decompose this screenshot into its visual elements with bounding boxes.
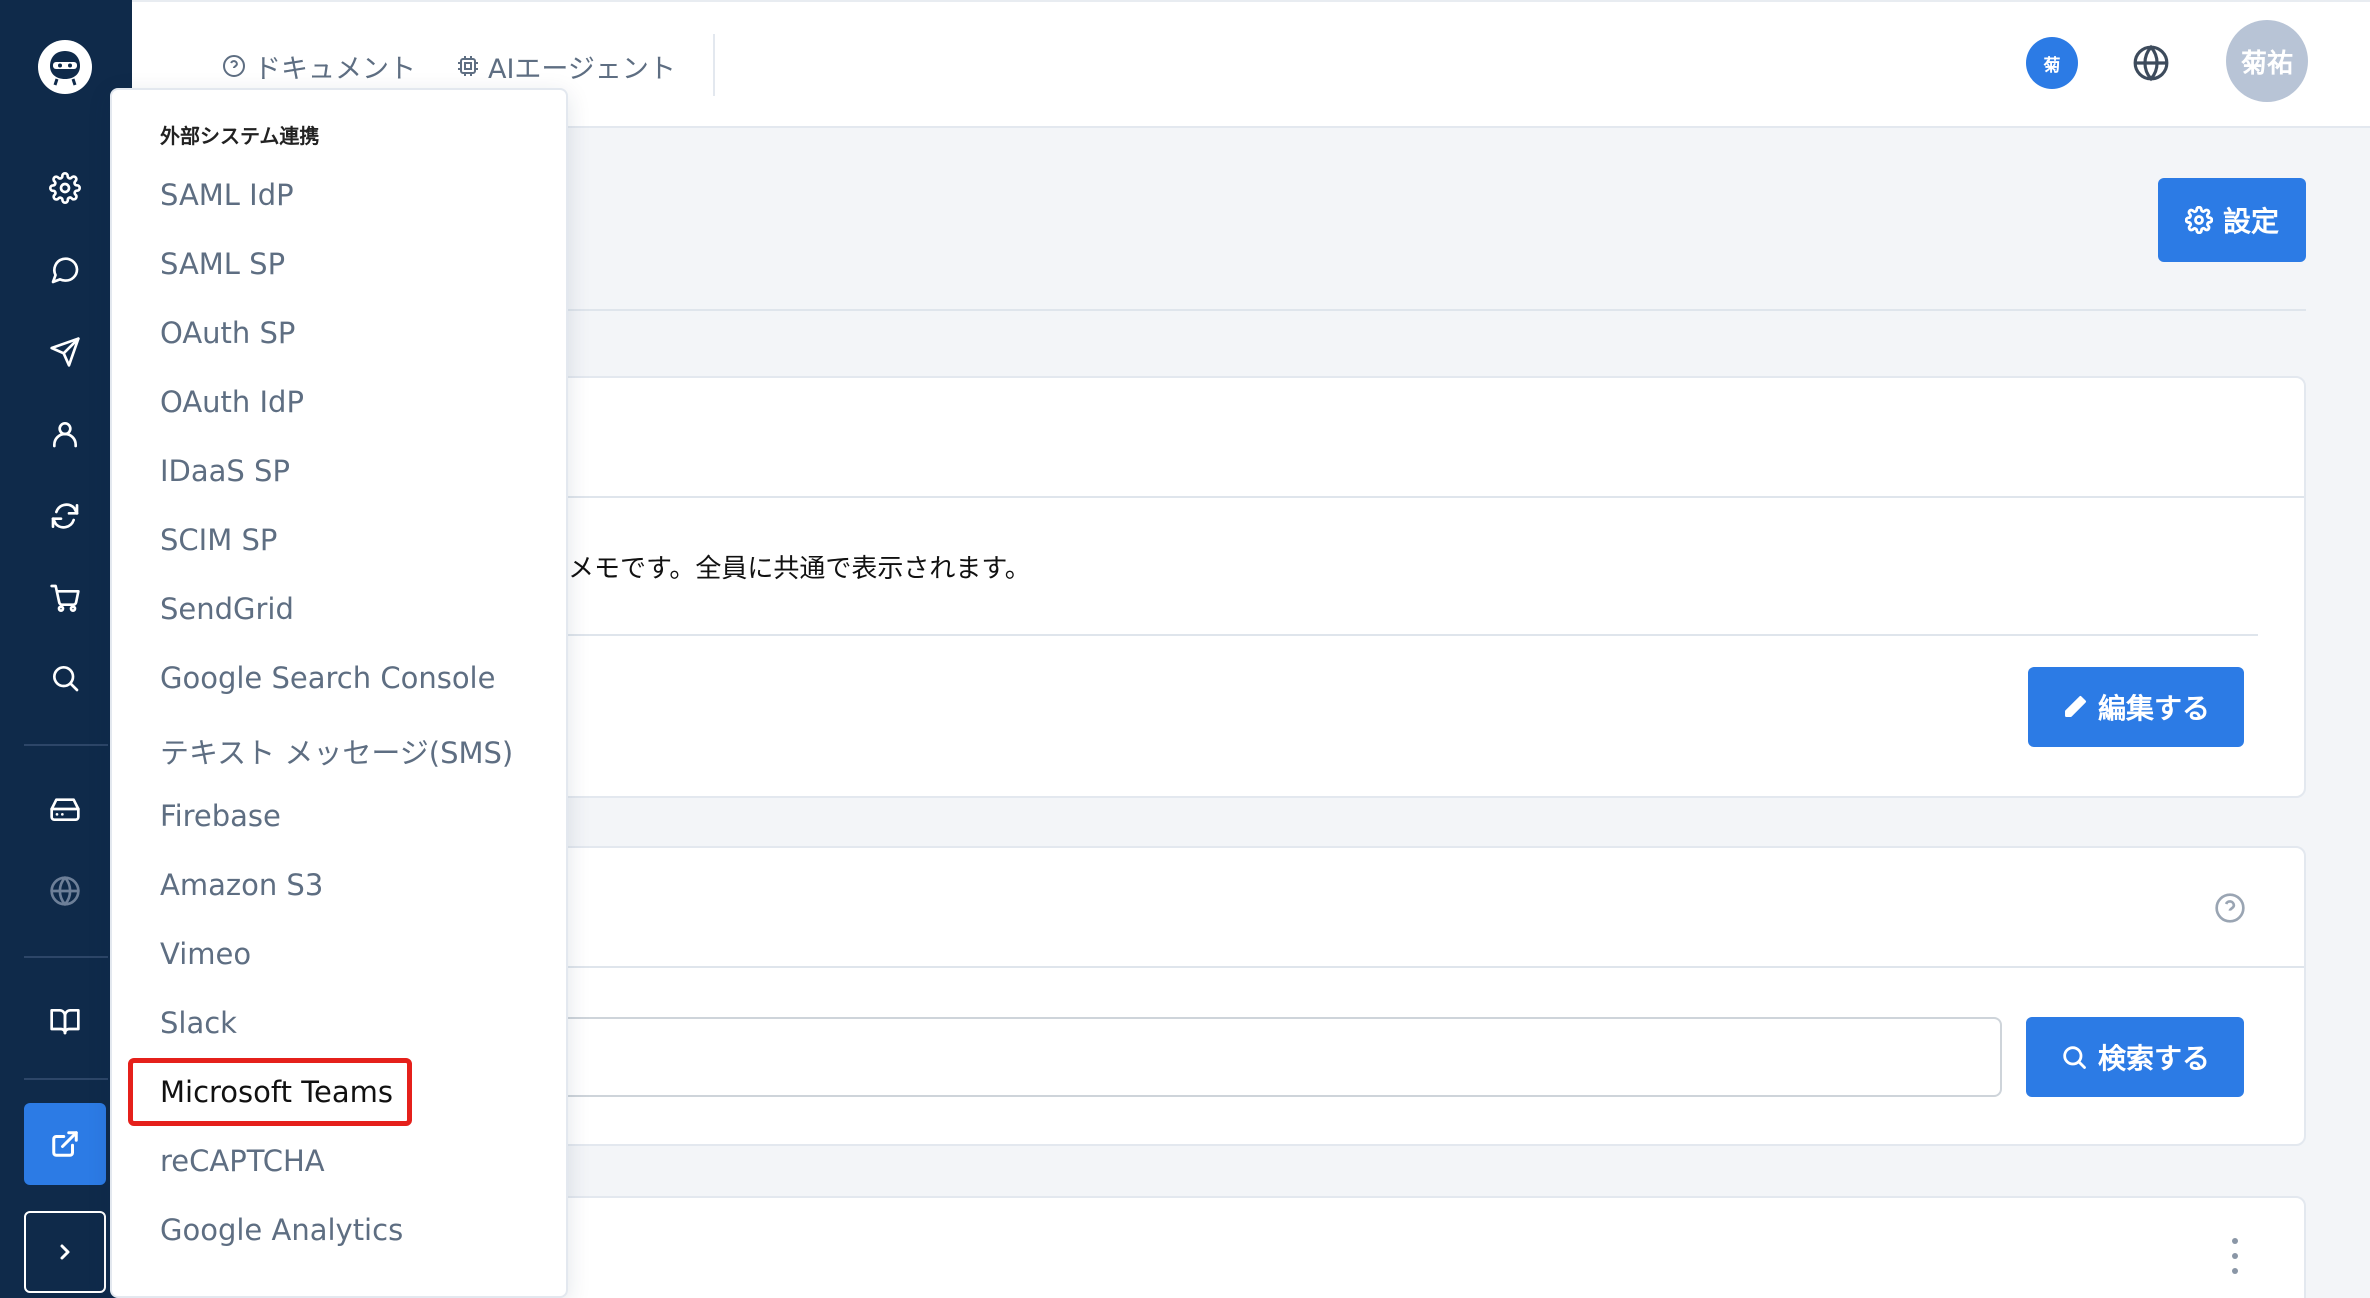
menu-item-recaptcha[interactable]: reCAPTCHA [160, 1144, 325, 1178]
menu-item-oauth-idp[interactable]: OAuth IdP [160, 385, 304, 419]
search-nav-icon[interactable] [40, 653, 90, 703]
menu-item-vimeo[interactable]: Vimeo [160, 937, 251, 971]
book-nav-icon[interactable] [40, 996, 90, 1046]
section-divider [540, 309, 2306, 311]
ai-agent-link[interactable]: AIエージェント [456, 46, 676, 86]
cart-nav-icon[interactable] [40, 573, 90, 623]
menu-item-firebase[interactable]: Firebase [160, 799, 281, 833]
menu-item-saml-idp[interactable]: SAML IdP [160, 178, 294, 212]
chip-icon [458, 56, 478, 76]
search-icon [2063, 1046, 2086, 1069]
edit-button[interactable]: 編集する [2028, 667, 2244, 747]
gear-icon [2184, 206, 2213, 234]
user-nav-icon[interactable] [40, 409, 90, 459]
settings-button[interactable]: 設定 [2158, 178, 2306, 262]
menu-item-sendgrid[interactable]: SendGrid [160, 592, 294, 626]
sidebar-divider [24, 956, 108, 958]
send-nav-icon[interactable] [40, 327, 90, 377]
sidebar-divider [24, 1078, 108, 1080]
search-button-label: 検索する [2097, 1042, 2210, 1075]
topbar-separator [713, 34, 715, 96]
menu-item-google-analytics[interactable]: Google Analytics [160, 1213, 403, 1247]
user-badge[interactable]: 菊 [2026, 37, 2078, 89]
settings-button-label: 設定 [2222, 205, 2279, 238]
memo-text: メモです。全員に共通で表示されます。 [568, 554, 1031, 584]
expand-sidebar-button[interactable] [24, 1211, 106, 1293]
search-input[interactable] [540, 1017, 2002, 1097]
docs-link-label: ドキュメント [254, 53, 416, 85]
menu-header: 外部システム連携 [160, 124, 320, 148]
menu-item-microsoft-teams[interactable]: Microsoft Teams [160, 1075, 393, 1109]
search-card [520, 846, 2306, 1146]
menu-item-sms[interactable]: テキスト メッセージ(SMS) [160, 730, 513, 772]
help-circle-icon[interactable] [2214, 892, 2246, 924]
menu-item-scim-sp[interactable]: SCIM SP [160, 523, 277, 557]
chat-nav-icon[interactable] [40, 245, 90, 295]
external-integration-menu: 外部システム連携 SAML IdP SAML SP OAuth SP OAuth… [110, 88, 568, 1298]
globe-nav-icon[interactable] [40, 866, 90, 916]
language-globe-icon[interactable] [2132, 44, 2170, 82]
ninja-logo-icon [50, 51, 80, 86]
help-circle-icon [223, 55, 245, 77]
search-card-header-divider [522, 966, 2304, 968]
menu-item-oauth-sp[interactable]: OAuth SP [160, 316, 295, 350]
settings-nav-icon[interactable] [40, 163, 90, 213]
more-options-icon[interactable] [2228, 1238, 2242, 1274]
menu-item-idaas-sp[interactable]: IDaaS SP [160, 454, 290, 488]
avatar[interactable]: 菊祐 [2226, 20, 2308, 102]
search-button[interactable]: 検索する [2026, 1017, 2244, 1097]
sidebar-divider [24, 744, 108, 746]
memo-card-header-divider [522, 496, 2304, 498]
chevron-right-icon [60, 1244, 70, 1260]
storage-nav-icon[interactable] [40, 784, 90, 834]
menu-item-saml-sp[interactable]: SAML SP [160, 247, 285, 281]
menu-item-amazon-s3[interactable]: Amazon S3 [160, 868, 323, 902]
edit-button-label: 編集する [2097, 692, 2210, 725]
list-card [520, 1196, 2306, 1298]
app-logo[interactable] [38, 40, 92, 94]
external-link-nav-icon[interactable] [24, 1103, 106, 1185]
menu-item-slack[interactable]: Slack [160, 1006, 237, 1040]
ai-agent-link-label: AIエージェント [488, 53, 676, 85]
pencil-icon [2065, 695, 2087, 717]
menu-item-google-search-console[interactable]: Google Search Console [160, 661, 495, 695]
sync-nav-icon[interactable] [40, 491, 90, 541]
memo-card-body-divider [542, 634, 2258, 636]
docs-link[interactable]: ドキュメント [222, 46, 416, 86]
